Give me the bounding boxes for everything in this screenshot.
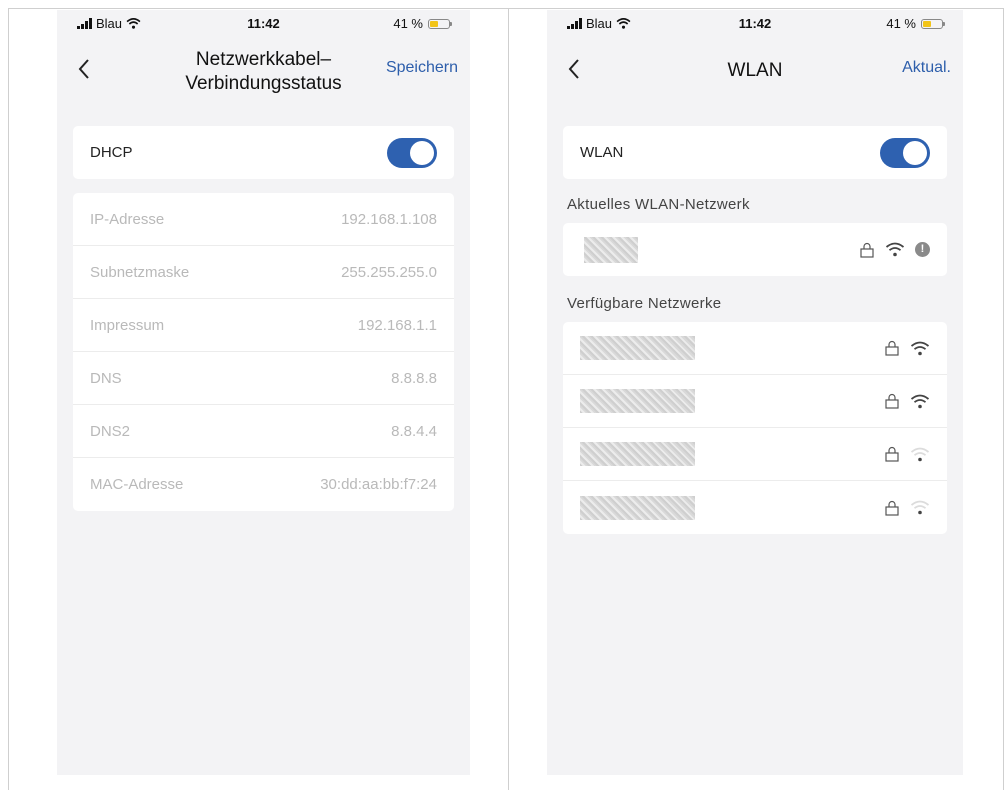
battery-percent: 41 % — [886, 16, 916, 31]
network-row[interactable] — [563, 375, 947, 428]
wlan-label: WLAN — [580, 144, 624, 161]
phone-screen-wlan: Blau 11:42 41 % WLAN Aktual. WLAN Aktuel… — [547, 10, 963, 775]
current-network-card: ! — [563, 223, 947, 276]
status-bar: Blau 11:42 41 % — [547, 10, 963, 38]
status-bar: Blau 11:42 41 % — [57, 10, 470, 38]
battery-icon — [921, 18, 945, 29]
wifi-icon — [885, 242, 905, 257]
detail-value: 8.8.4.4 — [391, 422, 437, 440]
redacted-ssid — [584, 236, 638, 263]
redacted-ssid — [580, 442, 695, 466]
wlan-toggle-card: WLAN — [563, 126, 947, 179]
detail-row-dns2: DNS2 8.8.4.4 — [73, 405, 454, 458]
wifi-weak-icon — [910, 447, 930, 461]
dhcp-row: DHCP — [73, 126, 454, 179]
detail-row-dns: DNS 8.8.8.8 — [73, 352, 454, 405]
current-network-row[interactable]: ! — [563, 223, 947, 276]
back-chevron-icon[interactable] — [563, 54, 585, 84]
nav-bar: WLAN Aktual. — [547, 40, 963, 104]
wifi-weak-icon — [910, 500, 930, 515]
lock-icon — [885, 340, 899, 356]
lock-icon — [860, 242, 874, 258]
network-row[interactable] — [563, 481, 947, 534]
detail-label: Subnetzmaske — [90, 263, 190, 281]
dhcp-card: DHCP — [73, 126, 454, 179]
frame-right-line — [1003, 8, 1004, 790]
detail-row-ip: IP-Adresse 192.168.1.108 — [73, 193, 454, 246]
info-icon[interactable]: ! — [915, 242, 930, 257]
detail-label: IP-Adresse — [90, 210, 165, 228]
nav-bar: Netzwerkkabel– Verbindungsstatus Speiche… — [57, 40, 470, 104]
network-row[interactable] — [563, 322, 947, 375]
battery-percent: 41 % — [393, 16, 423, 31]
detail-label: Impressum — [90, 316, 165, 334]
dhcp-label: DHCP — [90, 144, 133, 161]
detail-value: 192.168.1.1 — [357, 316, 437, 334]
network-row[interactable] — [563, 428, 947, 481]
detail-value: 192.168.1.108 — [341, 210, 437, 228]
lock-icon — [885, 446, 899, 462]
back-chevron-icon[interactable] — [73, 54, 95, 84]
detail-label: MAC-Adresse — [90, 476, 184, 493]
frame-divider-line — [508, 8, 509, 790]
battery-icon — [428, 18, 452, 29]
wlan-row: WLAN — [563, 126, 947, 179]
redacted-ssid — [580, 336, 695, 360]
phone-screen-ethernet: Blau 11:42 41 % Netzwerkkabel– Verbindun… — [57, 10, 470, 775]
detail-label: DNS — [90, 369, 122, 387]
wlan-toggle[interactable] — [880, 137, 930, 168]
refresh-button[interactable]: Aktual. — [902, 59, 951, 77]
detail-label: DNS2 — [90, 422, 131, 440]
detail-value: 255.255.255.0 — [341, 263, 437, 281]
detail-value: 8.8.8.8 — [391, 369, 437, 387]
dhcp-toggle[interactable] — [387, 137, 437, 168]
current-network-heading: Aktuelles WLAN-Netzwerk — [567, 196, 750, 213]
detail-row-subnet: Subnetzmaske 255.255.255.0 — [73, 246, 454, 299]
available-networks-heading: Verfügbare Netzwerke — [567, 295, 722, 312]
lock-icon — [885, 393, 899, 409]
detail-value: 30:dd:aa:bb:f7:24 — [320, 476, 437, 493]
redacted-ssid — [580, 389, 695, 413]
page-title-line2: Verbindungsstatus — [185, 73, 342, 94]
frame-left-line — [8, 8, 9, 790]
detail-row-gateway: Impressum 192.168.1.1 — [73, 299, 454, 352]
frame-top-line — [8, 8, 1004, 9]
wifi-icon — [910, 341, 930, 355]
detail-row-mac: MAC-Adresse 30:dd:aa:bb:f7:24 — [73, 458, 454, 511]
wifi-icon — [910, 394, 930, 408]
network-details-card: IP-Adresse 192.168.1.108 Subnetzmaske 25… — [73, 193, 454, 511]
page-title: WLAN — [727, 60, 783, 81]
page-title: Netzwerkkabel– Verbindungsstatus — [127, 48, 400, 96]
redacted-ssid — [580, 495, 695, 520]
lock-icon — [885, 500, 899, 516]
page-title-line1: Netzwerkkabel– — [195, 49, 332, 70]
save-button[interactable]: Speichern — [386, 59, 458, 77]
available-networks-card — [563, 322, 947, 534]
